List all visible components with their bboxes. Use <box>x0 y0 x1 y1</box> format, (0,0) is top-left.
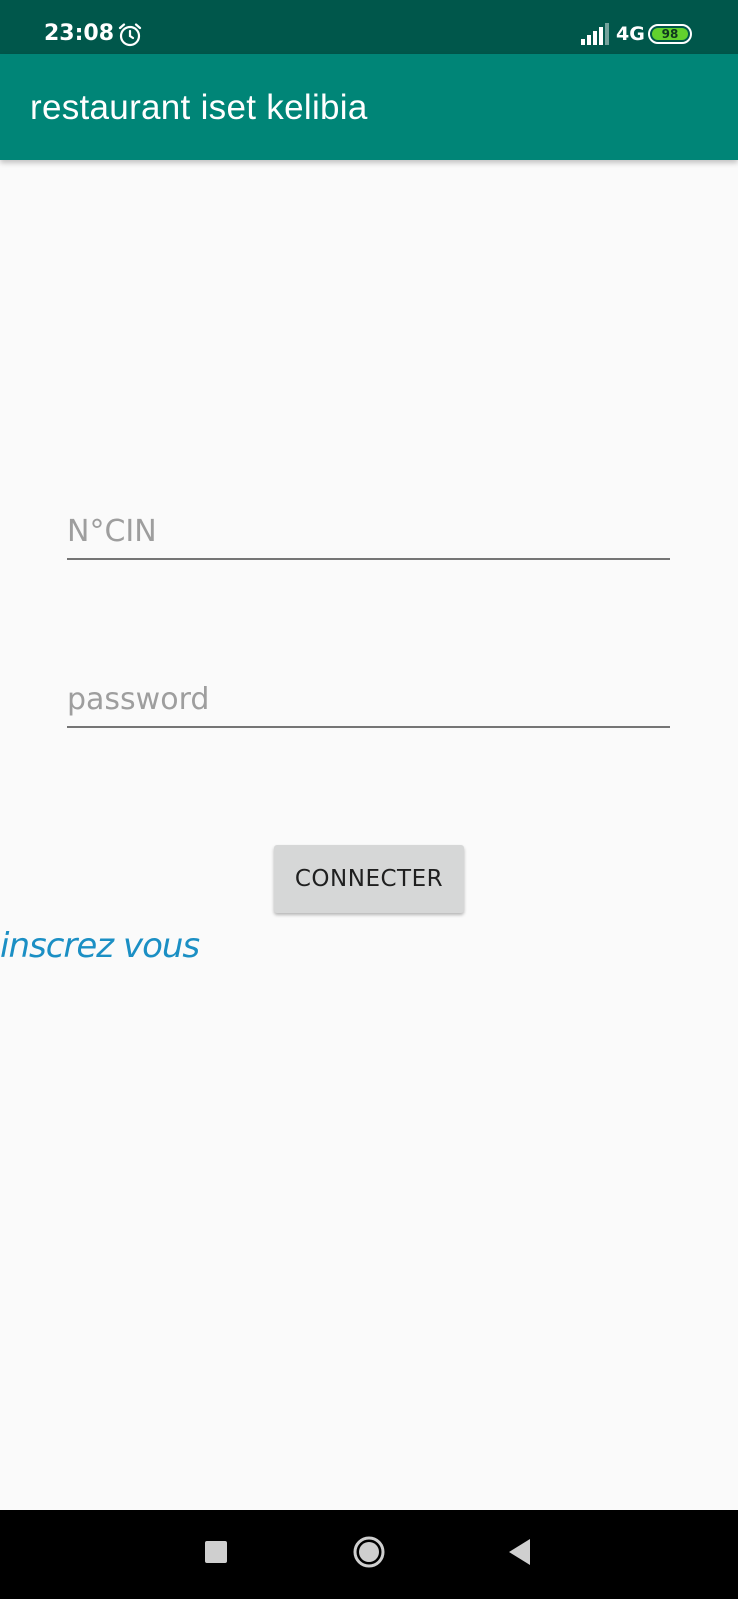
app-title: restaurant iset kelibia <box>30 88 368 127</box>
alarm-icon <box>118 23 142 47</box>
register-link[interactable]: inscrez vous <box>0 925 200 967</box>
status-time: 23:08 <box>44 21 115 46</box>
network-type-label: 4G <box>616 23 645 45</box>
back-icon[interactable] <box>506 1537 532 1567</box>
password-field[interactable] <box>67 676 670 728</box>
cin-input[interactable] <box>67 508 670 554</box>
app-bar: restaurant iset kelibia <box>0 54 738 160</box>
navigation-bar <box>0 1510 738 1599</box>
password-input[interactable] <box>67 676 670 722</box>
home-icon[interactable] <box>352 1535 386 1569</box>
cin-field[interactable] <box>67 508 670 560</box>
connect-button[interactable]: CONNECTER <box>274 845 464 913</box>
recents-icon[interactable] <box>205 1541 227 1563</box>
signal-icon <box>581 23 609 45</box>
battery-level: 98 <box>652 28 688 40</box>
battery-icon: 98 <box>648 24 692 44</box>
status-bar: 23:08 4G 98 <box>0 0 738 54</box>
